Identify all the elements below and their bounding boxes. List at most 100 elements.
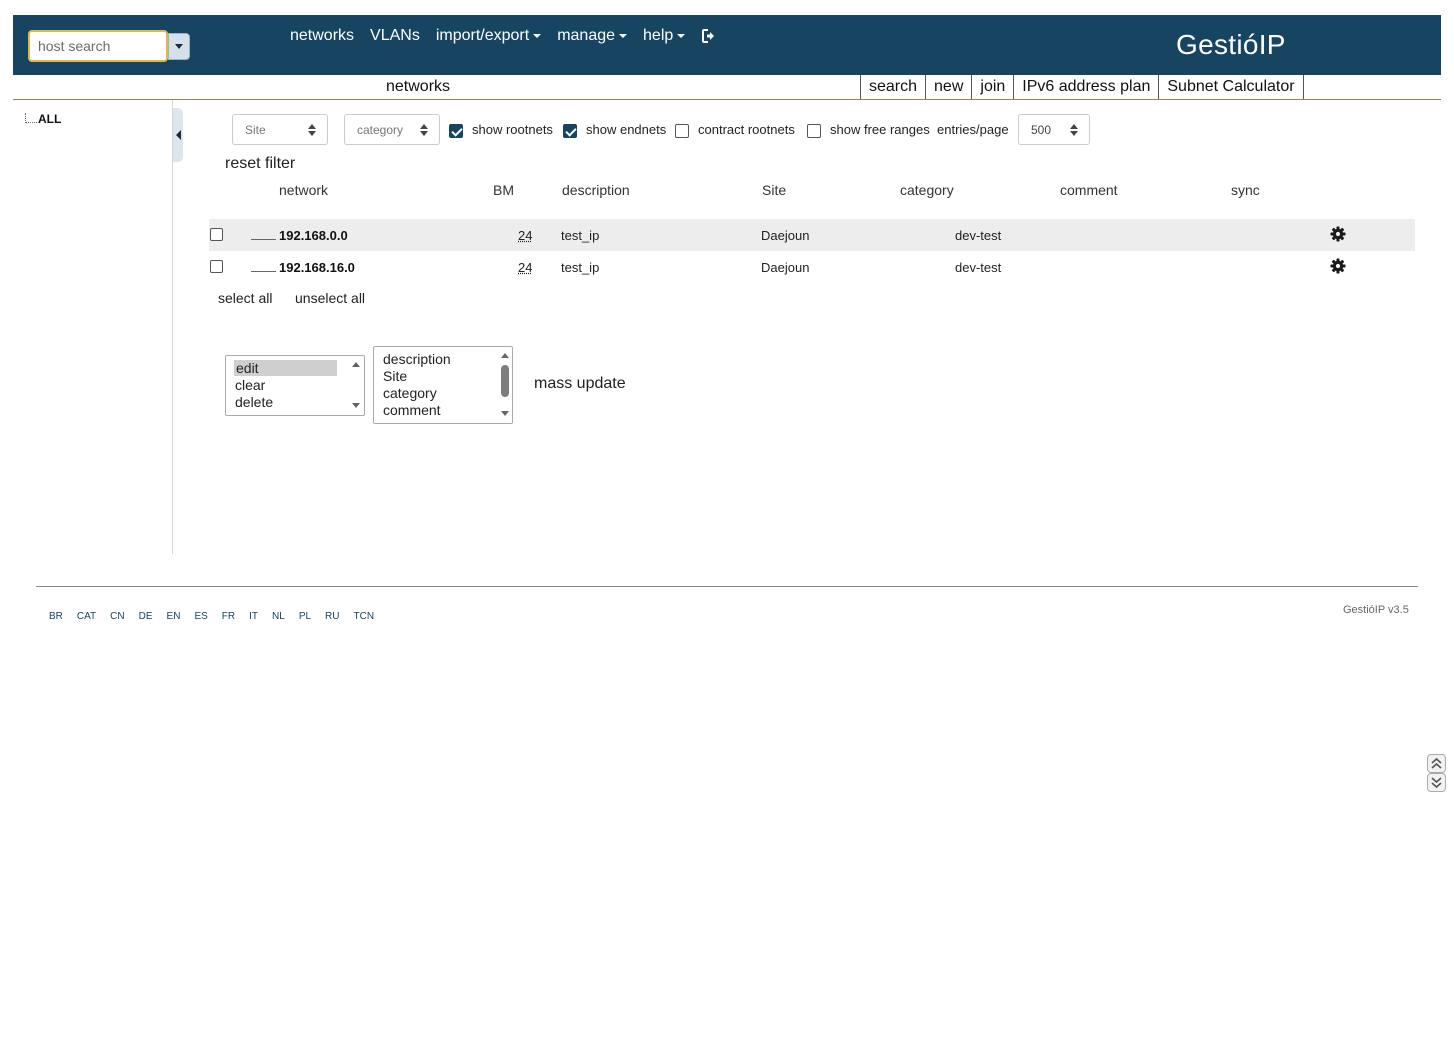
- field-option-category[interactable]: category: [383, 385, 437, 401]
- scrollbar-thumb[interactable]: [501, 365, 509, 397]
- show-rootnets-label: show rootnets: [472, 122, 553, 137]
- tree-connector: [251, 271, 276, 272]
- row-select-checkbox[interactable]: [210, 228, 223, 241]
- col-header-bm[interactable]: BM: [493, 182, 514, 198]
- show-free-ranges-label: show free ranges: [830, 122, 930, 137]
- subnav-ipv6-address-plan[interactable]: IPv6 address plan: [1013, 75, 1158, 99]
- scroll-down-icon[interactable]: [501, 411, 509, 416]
- tree-root-all[interactable]: ALL: [25, 112, 61, 126]
- lang-ru[interactable]: RU: [325, 611, 339, 622]
- scroll-to-bottom-button[interactable]: [1427, 773, 1446, 792]
- nav-manage[interactable]: manage: [557, 27, 628, 45]
- subnav-new[interactable]: new: [925, 75, 971, 99]
- lang-it[interactable]: IT: [249, 611, 258, 622]
- field-option-description[interactable]: description: [383, 351, 451, 367]
- logout-icon[interactable]: [701, 28, 719, 44]
- scroll-up-icon[interactable]: [501, 353, 509, 358]
- entries-per-page-value: 500: [1031, 123, 1052, 137]
- page-title: networks: [386, 78, 451, 95]
- show-endnets-checkbox[interactable]: [563, 124, 577, 138]
- double-chevron-down-icon: [1431, 777, 1442, 789]
- nav-vlans[interactable]: VLANs: [370, 27, 420, 45]
- lang-pl[interactable]: PL: [299, 611, 311, 622]
- network-link[interactable]: 192.168.16.0: [279, 260, 355, 275]
- col-header-sync[interactable]: sync: [1231, 182, 1260, 198]
- tree-connector: [251, 239, 276, 240]
- col-header-network[interactable]: network: [279, 182, 328, 198]
- reset-filter-link[interactable]: reset filter: [225, 155, 295, 173]
- show-rootnets-checkbox[interactable]: [449, 124, 463, 138]
- lang-tcn[interactable]: TCN: [354, 611, 375, 622]
- host-search-input[interactable]: [28, 30, 168, 62]
- show-endnets-label: show endnets: [586, 122, 667, 137]
- nav-help[interactable]: help: [643, 27, 686, 45]
- site-select-value: Site: [245, 123, 266, 137]
- category-select-value: category: [357, 123, 404, 137]
- sort-icon: [308, 124, 316, 136]
- action-option-delete[interactable]: delete: [235, 394, 273, 410]
- collapse-tree-button[interactable]: [173, 108, 183, 162]
- lang-nl[interactable]: NL: [272, 611, 285, 622]
- col-header-description[interactable]: description: [562, 182, 630, 198]
- nav-import-export[interactable]: import/export: [435, 27, 542, 45]
- show-free-ranges-checkbox[interactable]: [807, 124, 821, 138]
- subnav-search[interactable]: search: [860, 75, 925, 99]
- description-cell: test_ip: [561, 228, 600, 243]
- action-listbox[interactable]: edit clear delete: [225, 355, 365, 416]
- field-option-site[interactable]: Site: [383, 368, 407, 384]
- row-select-checkbox[interactable]: [210, 260, 223, 273]
- action-option-edit[interactable]: edit: [234, 360, 337, 376]
- subnav-join[interactable]: join: [971, 75, 1013, 99]
- site-select[interactable]: Site: [232, 114, 328, 145]
- scroll-down-icon[interactable]: [352, 403, 360, 408]
- sort-icon: [1070, 124, 1078, 136]
- gear-icon[interactable]: [1330, 226, 1346, 242]
- category-cell: dev-test: [955, 228, 1002, 243]
- unselect-all-link[interactable]: unselect all: [295, 290, 365, 306]
- scroll-up-icon[interactable]: [352, 362, 360, 367]
- gear-icon[interactable]: [1330, 258, 1346, 274]
- lang-en[interactable]: EN: [167, 611, 181, 622]
- mass-update-button[interactable]: mass update: [534, 375, 626, 393]
- lang-de[interactable]: DE: [139, 611, 153, 622]
- select-all-link[interactable]: select all: [218, 290, 272, 306]
- lang-cat[interactable]: CAT: [77, 611, 96, 622]
- network-link[interactable]: 192.168.0.0: [279, 228, 348, 243]
- lang-fr[interactable]: FR: [222, 611, 235, 622]
- caret-left-icon: [175, 130, 181, 140]
- lang-br[interactable]: BR: [49, 611, 63, 622]
- action-option-clear[interactable]: clear: [235, 377, 265, 393]
- site-cell: Daejoun: [761, 260, 810, 275]
- caret-down-icon: [677, 34, 686, 38]
- tree-connector: [25, 113, 37, 123]
- footer-divider: [36, 586, 1418, 587]
- sub-navbar: networks search new join IPv6 address pl…: [13, 75, 1441, 100]
- description-cell: test_ip: [561, 260, 600, 275]
- lang-es[interactable]: ES: [194, 611, 207, 622]
- brand-logo: GestióIP: [1176, 29, 1286, 60]
- subnav-subnet-calculator[interactable]: Subnet Calculator: [1158, 75, 1304, 99]
- lang-cn[interactable]: CN: [110, 611, 124, 622]
- col-header-category[interactable]: category: [900, 182, 954, 198]
- category-cell: dev-test: [955, 260, 1002, 275]
- caret-down-icon: [533, 34, 542, 38]
- col-header-site[interactable]: Site: [762, 182, 786, 198]
- nav-manage-label: manage: [557, 27, 616, 44]
- table-row: 192.168.16.0 24 test_ip Daejoun dev-test: [209, 251, 1415, 283]
- network-tree-panel: ALL: [13, 100, 173, 554]
- contract-rootnets-label: contract rootnets: [698, 122, 795, 137]
- search-dropdown-button[interactable]: [168, 33, 190, 60]
- nav-import-export-label: import/export: [435, 27, 530, 44]
- site-cell: Daejoun: [761, 228, 810, 243]
- field-listbox[interactable]: description Site category comment: [373, 346, 513, 424]
- entries-per-page-select[interactable]: 500: [1018, 114, 1090, 145]
- col-header-comment[interactable]: comment: [1060, 182, 1118, 198]
- category-select[interactable]: category: [344, 114, 440, 145]
- sub-nav: search new join IPv6 address plan Subnet…: [860, 75, 1304, 99]
- main-nav: networks VLANs import/export manage help: [290, 27, 735, 45]
- field-option-comment[interactable]: comment: [383, 402, 441, 418]
- scroll-to-top-button[interactable]: [1427, 754, 1446, 773]
- contract-rootnets-checkbox[interactable]: [675, 124, 689, 138]
- table-row: 192.168.0.0 24 test_ip Daejoun dev-test: [209, 219, 1415, 251]
- nav-networks[interactable]: networks: [290, 27, 354, 45]
